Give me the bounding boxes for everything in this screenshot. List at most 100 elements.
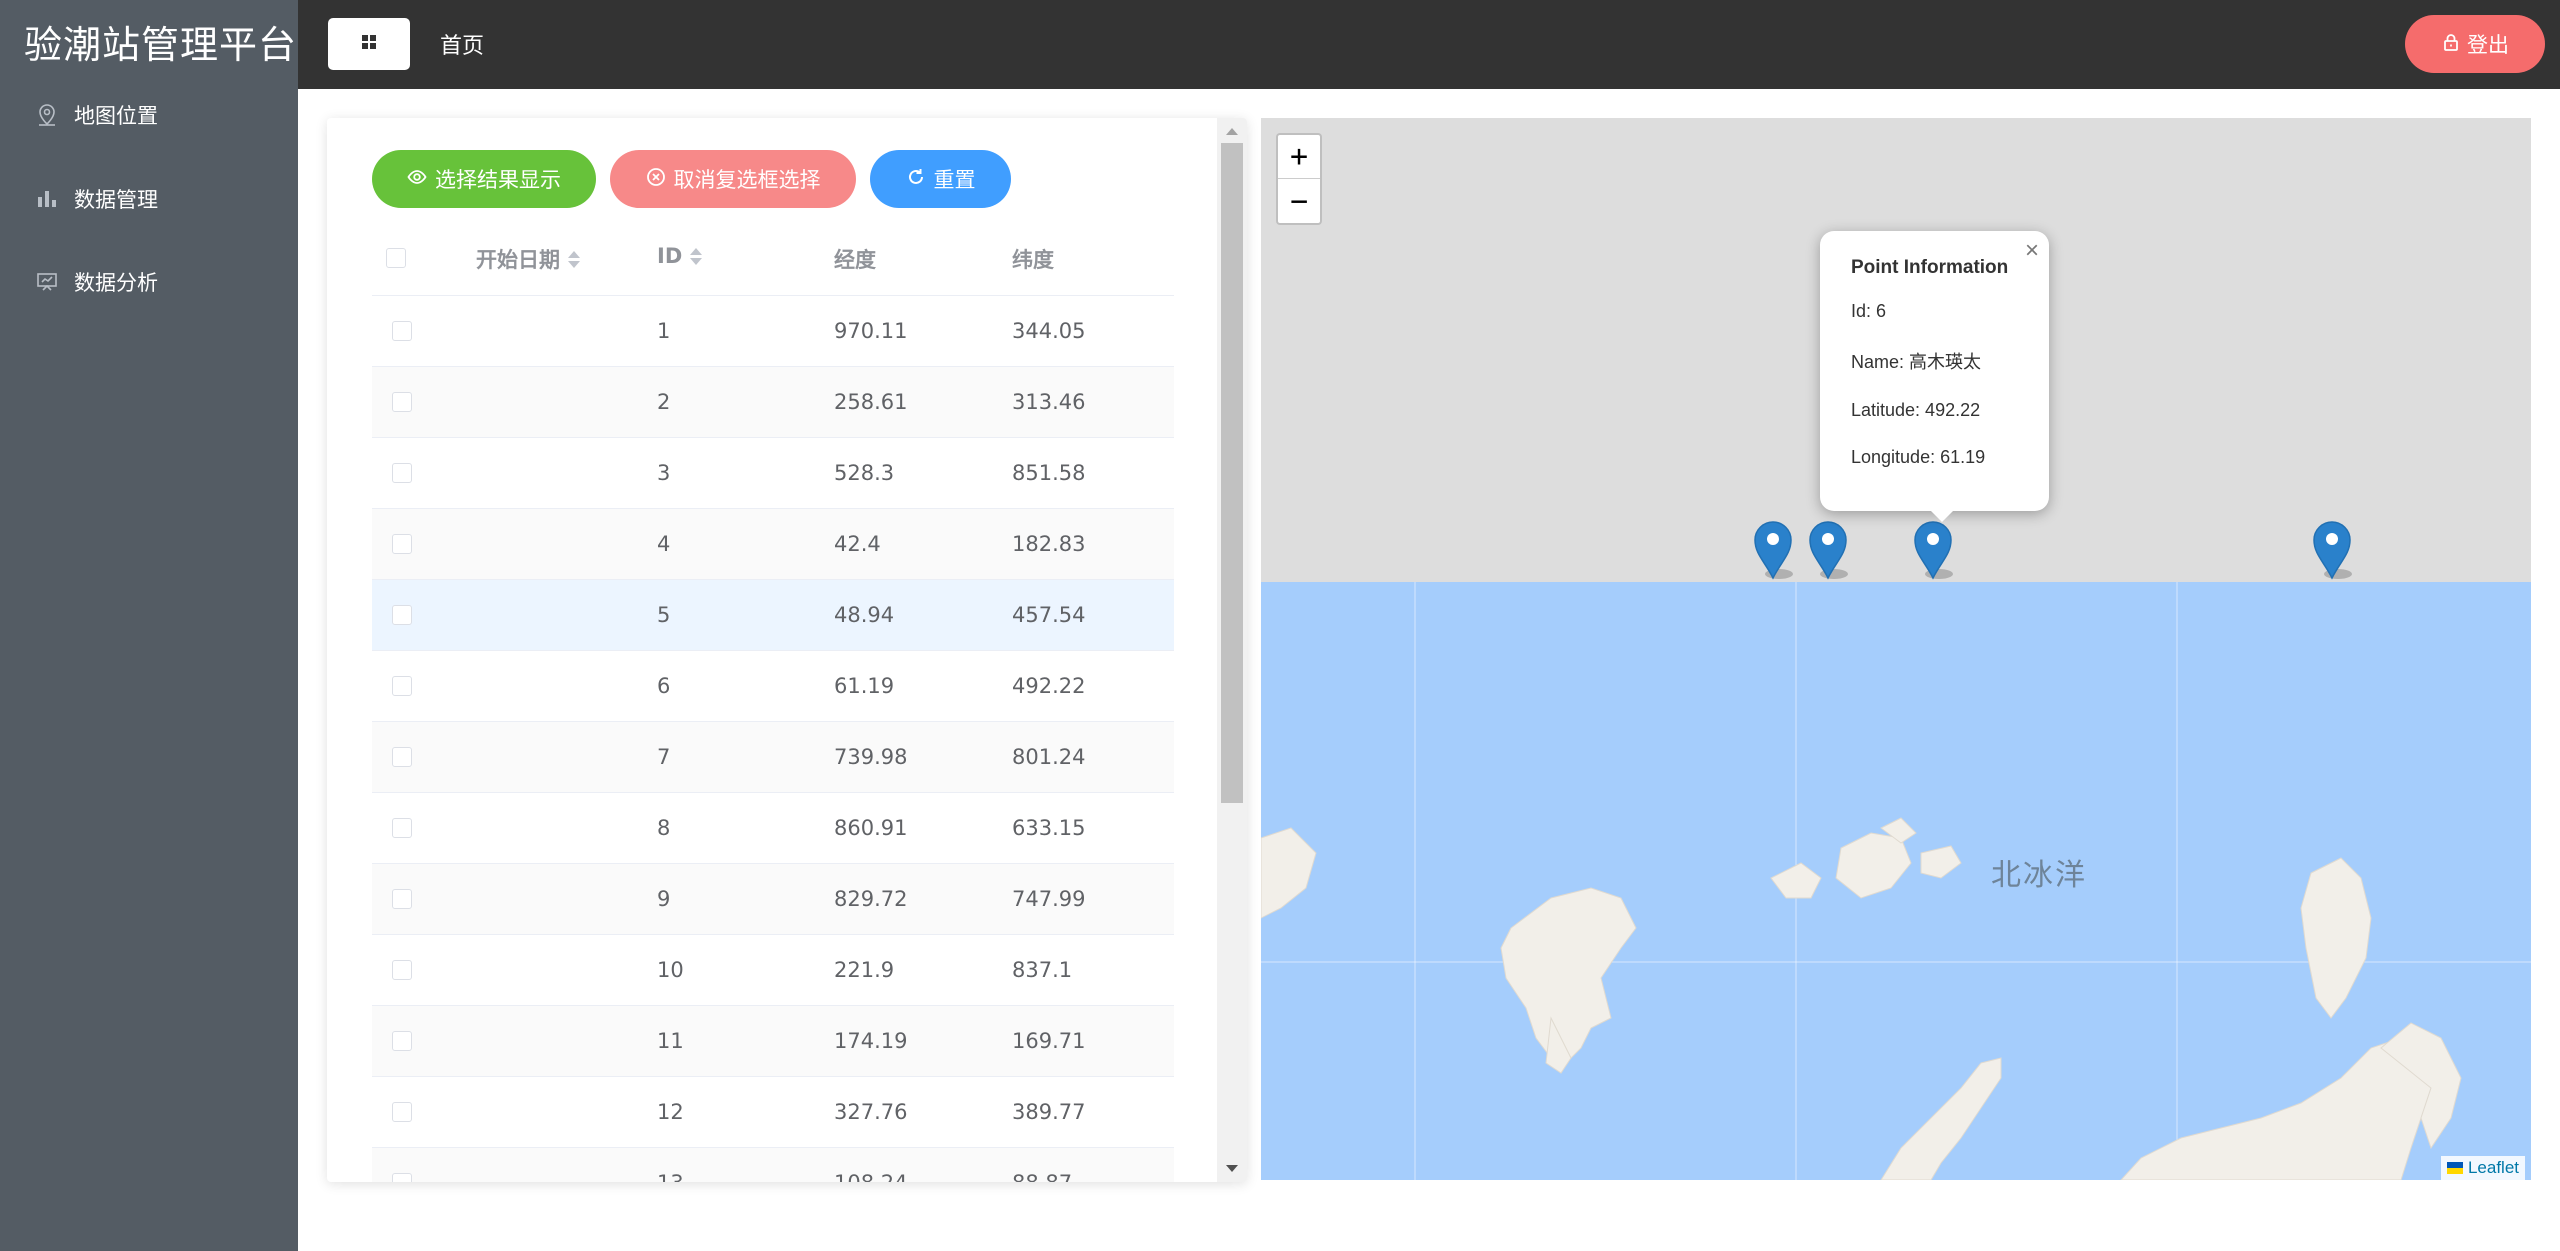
grid-icon: [361, 34, 377, 54]
table-row[interactable]: 11 174.19 169.71: [372, 1006, 1174, 1077]
cell-id: 13: [657, 1171, 684, 1182]
cell-longitude: 739.98: [834, 745, 908, 769]
cell-longitude: 258.61: [834, 390, 908, 414]
lock-icon: [2441, 32, 2467, 57]
cell-longitude: 108.24: [834, 1171, 907, 1182]
data-table: 开始日期 ID 经度 纬度 1 970.11 344.05 2 258.61 3…: [372, 218, 1174, 1182]
select-all-checkbox[interactable]: [386, 248, 406, 268]
show-selected-button[interactable]: 选择结果显示: [372, 150, 596, 208]
column-header-label: 经度: [834, 248, 876, 272]
cell-id: 11: [657, 1029, 684, 1053]
row-checkbox[interactable]: [392, 676, 412, 696]
logout-label: 登出: [2467, 33, 2509, 57]
attribution-link[interactable]: Leaflet: [2468, 1158, 2519, 1178]
row-checkbox[interactable]: [392, 889, 412, 909]
cell-id: 2: [657, 390, 671, 414]
table-row[interactable]: 8 860.91 633.15: [372, 793, 1174, 864]
cell-latitude: 492.22: [1012, 674, 1086, 698]
sidebar-item-label: 数据管理: [74, 188, 158, 212]
cell-id: 7: [657, 745, 671, 769]
marker-popup: × Point Information Id: 6 Name: 高木瑛太 Lat…: [1820, 231, 2049, 511]
column-header-id[interactable]: ID: [657, 244, 703, 268]
cell-id: 8: [657, 816, 671, 840]
row-checkbox[interactable]: [392, 747, 412, 767]
table-row[interactable]: 5 48.94 457.54: [372, 580, 1174, 651]
zoom-out-button[interactable]: −: [1278, 179, 1320, 223]
row-checkbox[interactable]: [392, 463, 412, 483]
row-checkbox[interactable]: [392, 818, 412, 838]
cell-longitude: 61.19: [834, 674, 895, 698]
cell-latitude: 801.24: [1012, 745, 1086, 769]
map-pin-icon: [34, 102, 60, 128]
scroll-up-arrow-icon[interactable]: [1226, 128, 1238, 135]
column-header-label: 纬度: [1012, 248, 1054, 272]
popup-latitude: Latitude: 492.22: [1851, 400, 1981, 420]
cell-id: 12: [657, 1100, 684, 1124]
sort-icon[interactable]: [690, 247, 703, 265]
column-header-longitude: 经度: [834, 244, 876, 274]
map-attribution[interactable]: Leaflet: [2440, 1156, 2525, 1180]
map-marker-icon[interactable]: [2312, 520, 2352, 580]
cell-latitude: 851.58: [1012, 461, 1086, 485]
cell-longitude: 327.76: [834, 1100, 908, 1124]
map-marker-icon[interactable]: [1808, 520, 1848, 580]
zoom-in-button[interactable]: +: [1278, 135, 1320, 179]
map-marker-icon[interactable]: [1913, 520, 1953, 580]
table-row[interactable]: 3 528.3 851.58: [372, 438, 1174, 509]
circle-close-icon: [646, 167, 674, 192]
table-row[interactable]: 2 258.61 313.46: [372, 367, 1174, 438]
cell-latitude: 313.46: [1012, 390, 1086, 414]
cell-latitude: 182.83: [1012, 532, 1086, 556]
cell-latitude: 169.71: [1012, 1029, 1086, 1053]
logout-button[interactable]: 登出: [2405, 15, 2545, 73]
column-header-label: ID: [657, 244, 683, 268]
cell-latitude: 88.87: [1012, 1171, 1072, 1182]
sidebar-item-label: 数据分析: [74, 271, 158, 295]
map-label-arctic-ocean: 北冰洋: [1991, 858, 2087, 893]
row-checkbox[interactable]: [392, 321, 412, 341]
table-row[interactable]: 9 829.72 747.99: [372, 864, 1174, 935]
row-checkbox[interactable]: [392, 1173, 412, 1182]
sidebar-item-data-analysis[interactable]: 数据分析: [0, 242, 298, 322]
row-checkbox[interactable]: [392, 960, 412, 980]
cell-latitude: 747.99: [1012, 887, 1086, 911]
sidebar-item-map-location[interactable]: 地图位置: [0, 75, 298, 155]
row-checkbox[interactable]: [392, 534, 412, 554]
table-row[interactable]: 6 61.19 492.22: [372, 651, 1174, 722]
table-scrollbar-thumb[interactable]: [1221, 143, 1243, 803]
cell-id: 3: [657, 461, 671, 485]
column-header-start-date[interactable]: 开始日期: [476, 244, 580, 274]
sidebar-item-data-management[interactable]: 数据管理: [0, 159, 298, 239]
table-row[interactable]: 1 970.11 344.05: [372, 296, 1174, 367]
bar-chart-icon: [34, 186, 60, 212]
table-row[interactable]: 12 327.76 389.77: [372, 1077, 1174, 1148]
menu-toggle-button[interactable]: [328, 18, 410, 70]
row-checkbox[interactable]: [392, 1031, 412, 1051]
table-header: 开始日期 ID 经度 纬度: [372, 218, 1174, 296]
presentation-icon: [34, 269, 60, 295]
cell-longitude: 528.3: [834, 461, 895, 485]
map-marker-icon[interactable]: [1753, 520, 1793, 580]
home-link[interactable]: 首页: [440, 28, 484, 60]
cancel-selection-label: 取消复选框选择: [673, 168, 821, 192]
sort-icon[interactable]: [568, 250, 580, 268]
row-checkbox[interactable]: [392, 605, 412, 625]
refresh-icon: [906, 167, 934, 192]
scroll-down-arrow-icon[interactable]: [1226, 1165, 1238, 1172]
cancel-selection-button[interactable]: 取消复选框选择: [610, 150, 856, 208]
popup-longitude: Longitude: 61.19: [1851, 447, 1986, 467]
table-row[interactable]: 13 108.24 88.87: [372, 1148, 1174, 1182]
cell-longitude: 48.94: [834, 603, 895, 627]
popup-close-button[interactable]: ×: [2025, 237, 2039, 265]
table-row[interactable]: 10 221.9 837.1: [372, 935, 1174, 1006]
table-row[interactable]: 4 42.4 182.83: [372, 509, 1174, 580]
table-row[interactable]: 7 739.98 801.24: [372, 722, 1174, 793]
map-view[interactable]: 北冰洋 + − × Point Information Id: 6 Name: …: [1261, 118, 2531, 1180]
row-checkbox[interactable]: [392, 1102, 412, 1122]
popup-id: Id: 6: [1851, 301, 1887, 321]
reset-button[interactable]: 重置: [870, 150, 1011, 208]
cell-id: 6: [657, 674, 671, 698]
column-header-latitude: 纬度: [1012, 244, 1054, 274]
cell-latitude: 344.05: [1012, 319, 1086, 343]
row-checkbox[interactable]: [392, 392, 412, 412]
